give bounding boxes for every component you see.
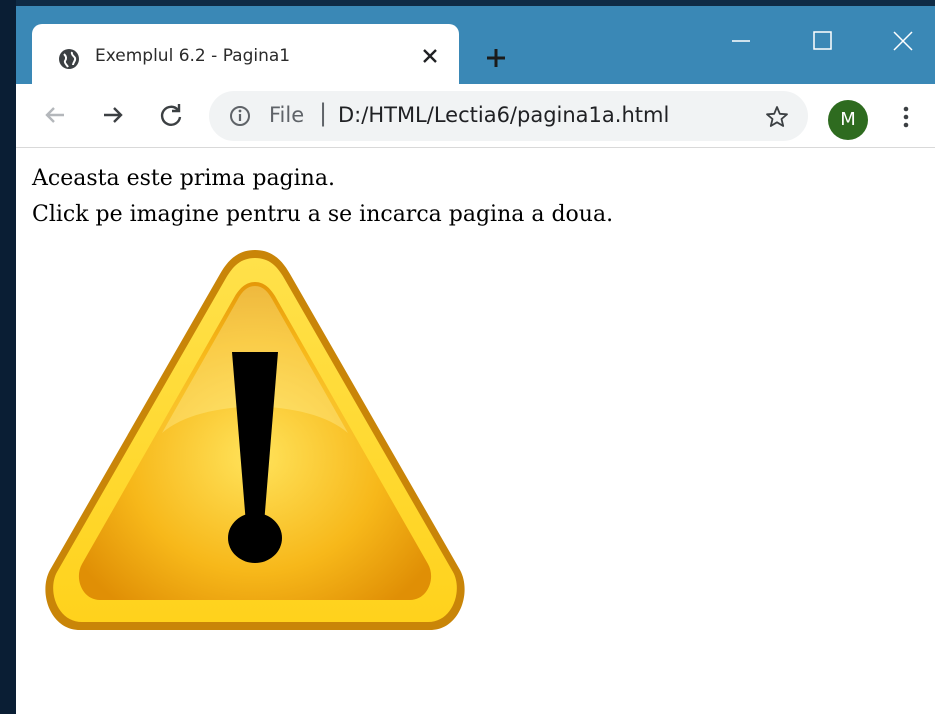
kebab-menu-icon[interactable]	[896, 102, 916, 132]
star-icon[interactable]	[764, 104, 790, 130]
info-icon[interactable]	[229, 105, 251, 127]
intro-text: Aceasta este prima pagina.	[32, 166, 335, 191]
maximize-icon[interactable]	[807, 26, 837, 56]
arrow-right-icon[interactable]	[98, 100, 128, 130]
toolbar: File | D:/HTML/Lectia6/pagina1a.html M	[16, 84, 935, 148]
reload-icon[interactable]	[156, 100, 186, 130]
close-icon[interactable]	[888, 26, 918, 56]
page-content: Aceasta este prima pagina. Click pe imag…	[16, 148, 935, 714]
plus-icon[interactable]	[482, 44, 510, 72]
minimize-icon[interactable]	[726, 26, 756, 56]
title-bar: Exemplul 6.2 - Pagina1	[16, 0, 935, 90]
address-bar[interactable]: File | D:/HTML/Lectia6/pagina1a.html	[209, 91, 808, 141]
url-scheme: File	[269, 103, 305, 127]
avatar[interactable]: M	[828, 100, 868, 140]
arrow-left-icon[interactable]	[40, 100, 70, 130]
close-icon[interactable]	[416, 42, 444, 70]
browser-window: Exemplul 6.2 - Pagina1 File | D:/HTML/Le…	[16, 0, 935, 714]
instruction-text: Click pe imagine pentru a se incarca pag…	[32, 202, 614, 227]
warning-icon[interactable]	[42, 248, 468, 633]
url-separator: |	[319, 99, 328, 127]
tab-title: Exemplul 6.2 - Pagina1	[95, 46, 291, 66]
url-text[interactable]: D:/HTML/Lectia6/pagina1a.html	[338, 103, 669, 127]
globe-icon	[59, 49, 79, 69]
